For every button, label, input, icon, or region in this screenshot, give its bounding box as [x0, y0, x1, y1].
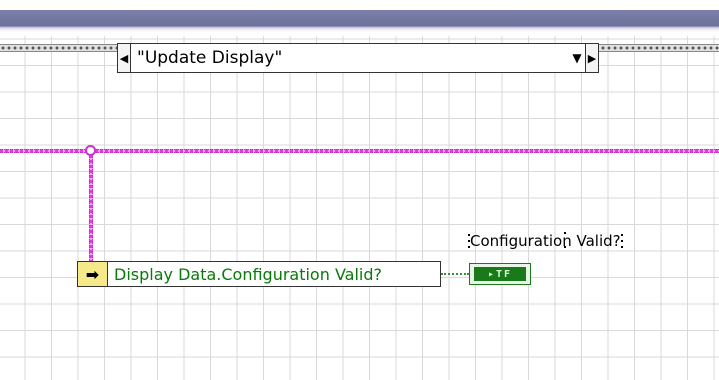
- case-structure-frame-top: [0, 0, 719, 36]
- dropdown-arrow-icon[interactable]: ▼: [569, 51, 585, 65]
- arrow-right-icon: ➡: [85, 264, 100, 284]
- boolean-wire[interactable]: [441, 273, 469, 275]
- left-arrow-icon: ◀: [119, 51, 129, 65]
- unbundle-head: ➡: [78, 262, 108, 286]
- bool-terminal-icon: ▸TF: [474, 267, 526, 281]
- unbundle-by-name-node[interactable]: ➡ Display Data.Configuration Valid?: [77, 261, 441, 287]
- case-next-button[interactable]: ▶: [585, 44, 598, 72]
- case-prev-button[interactable]: ◀: [118, 44, 131, 72]
- case-selector[interactable]: ◀ "Update Display" ▼ ▶: [117, 43, 599, 73]
- indicator-label-text: Configuration Valid?: [470, 232, 621, 250]
- wire-junction[interactable]: [85, 145, 96, 156]
- cluster-wire-vertical[interactable]: [89, 150, 93, 262]
- right-arrow-icon: ▶: [587, 51, 597, 65]
- indicator-label[interactable]: Configuration Valid?: [468, 232, 623, 250]
- unbundle-element-label[interactable]: Display Data.Configuration Valid?: [108, 262, 440, 286]
- case-selector-label: "Update Display": [137, 48, 283, 68]
- boolean-indicator-terminal[interactable]: ▸TF: [469, 263, 531, 285]
- cluster-wire-horizontal[interactable]: [0, 149, 719, 153]
